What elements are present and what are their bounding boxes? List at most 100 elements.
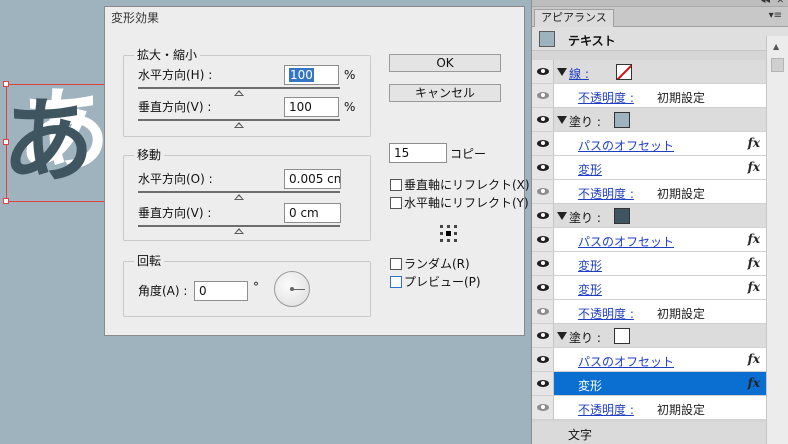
fx-effect-icon[interactable]: fx [748, 376, 760, 390]
preview-checkbox[interactable] [390, 276, 402, 288]
item-label-link[interactable]: 不透明度 : [578, 185, 634, 202]
preview-label[interactable]: プレビュー(P) [404, 275, 481, 289]
appearance-item-row[interactable]: 変形 fx [532, 156, 766, 180]
fx-effect-icon[interactable]: fx [748, 256, 760, 270]
group-label[interactable]: 線 : [569, 65, 589, 82]
expand-triangle-icon[interactable] [557, 332, 567, 340]
fx-effect-icon[interactable]: fx [748, 352, 760, 366]
scroll-thumb[interactable] [771, 58, 784, 72]
collapse-panel-icon[interactable]: ◂◂ [761, 0, 770, 6]
visibility-toggle[interactable] [532, 108, 554, 131]
scale-horizontal-input[interactable]: 100 [284, 65, 339, 85]
move-horizontal-input[interactable]: 0.005 cn [284, 169, 341, 189]
appearance-group-row[interactable]: 塗り : [532, 204, 766, 228]
panel-menu-icon[interactable]: ▾≡ [769, 10, 782, 21]
appearance-item-row[interactable]: パスのオフセット fx [532, 348, 766, 372]
rotate-angle-dial[interactable] [274, 271, 310, 307]
characters-label[interactable]: 文字 [568, 426, 592, 443]
color-swatch[interactable] [614, 112, 630, 128]
none-swatch-icon[interactable] [616, 64, 632, 80]
fx-effect-icon[interactable]: fx [748, 232, 760, 246]
appearance-item-row[interactable]: 変形 fx [532, 252, 766, 276]
tab-appearance[interactable]: アピアランス [534, 9, 614, 27]
fx-effect-icon[interactable]: fx [748, 280, 760, 294]
visibility-toggle[interactable] [532, 348, 554, 371]
scale-horizontal-slider[interactable] [138, 87, 340, 89]
item-label-link[interactable]: 変形 [578, 161, 602, 178]
color-swatch[interactable] [614, 208, 630, 224]
group-label[interactable]: 塗り : [569, 209, 601, 226]
appearance-item-row[interactable]: 変形 fx [532, 276, 766, 300]
panel-scrollbar[interactable]: ▲ [766, 36, 788, 444]
reflect-vertical-checkbox[interactable] [390, 179, 402, 191]
fx-effect-icon[interactable]: fx [748, 136, 760, 150]
visibility-toggle[interactable] [532, 300, 554, 323]
move-vertical-slider[interactable] [138, 225, 340, 227]
appearance-item-row[interactable]: パスのオフセット fx [532, 132, 766, 156]
move-horizontal-slider-thumb[interactable] [234, 194, 244, 200]
item-label-link[interactable]: 不透明度 : [578, 305, 634, 322]
item-label-link[interactable]: 不透明度 : [578, 89, 634, 106]
expand-triangle-icon[interactable] [557, 68, 567, 76]
move-horizontal-slider[interactable] [138, 191, 340, 193]
selection-bounding-box[interactable] [6, 84, 116, 202]
visibility-toggle[interactable] [532, 60, 554, 83]
visibility-toggle[interactable] [532, 396, 554, 419]
selection-handle-top-left[interactable] [3, 81, 9, 87]
scale-vertical-slider[interactable] [138, 119, 340, 121]
scale-horizontal-slider-thumb[interactable] [234, 90, 244, 96]
visibility-toggle[interactable] [532, 324, 554, 347]
visibility-toggle[interactable] [532, 156, 554, 179]
random-checkbox[interactable] [390, 258, 402, 270]
expand-triangle-icon[interactable] [557, 212, 567, 220]
item-label-link[interactable]: パスのオフセット [578, 137, 674, 154]
reflect-vertical-label[interactable]: 垂直軸にリフレクト(X) [404, 178, 530, 192]
appearance-item-row[interactable]: 不透明度 : 初期設定 [532, 396, 766, 420]
reflect-horizontal-checkbox[interactable] [390, 197, 402, 209]
visibility-toggle[interactable] [532, 252, 554, 275]
visibility-toggle[interactable] [532, 276, 554, 299]
scale-vertical-unit: % [344, 100, 356, 114]
reflect-horizontal-label[interactable]: 水平軸にリフレクト(Y) [404, 196, 529, 210]
selection-handle-middle-left[interactable] [3, 139, 9, 145]
appearance-item-row[interactable]: パスのオフセット fx [532, 228, 766, 252]
fx-effect-icon[interactable]: fx [748, 160, 760, 174]
group-label[interactable]: 塗り : [569, 329, 601, 346]
item-label-link[interactable]: 変形 [578, 377, 602, 394]
scroll-up-icon[interactable]: ▲ [773, 42, 779, 51]
expand-triangle-icon[interactable] [557, 116, 567, 124]
visibility-toggle[interactable] [532, 84, 554, 107]
artwork-area[interactable]: あ あ [0, 0, 116, 210]
item-label-link[interactable]: パスのオフセット [578, 353, 674, 370]
copies-input[interactable]: 15 [389, 143, 447, 163]
random-label[interactable]: ランダム(R) [404, 257, 470, 271]
color-swatch[interactable] [614, 328, 630, 344]
appearance-group-row[interactable]: 塗り : [532, 108, 766, 132]
appearance-item-row[interactable]: 不透明度 : 初期設定 [532, 180, 766, 204]
visibility-toggle[interactable] [532, 228, 554, 251]
item-label-link[interactable]: パスのオフセット [578, 233, 674, 250]
visibility-toggle[interactable] [532, 180, 554, 203]
appearance-item-row[interactable]: 変形 fx [532, 372, 766, 396]
cancel-button[interactable]: キャンセル [389, 84, 501, 102]
item-label-link[interactable]: 変形 [578, 257, 602, 274]
appearance-group-row[interactable]: 線 : [532, 60, 766, 84]
visibility-toggle[interactable] [532, 204, 554, 227]
selection-handle-bottom-left[interactable] [3, 198, 9, 204]
close-panel-icon[interactable]: ✕ [776, 0, 784, 6]
visibility-toggle[interactable] [532, 372, 554, 395]
appearance-item-row[interactable]: 不透明度 : 初期設定 [532, 84, 766, 108]
scale-vertical-slider-thumb[interactable] [234, 122, 244, 128]
move-vertical-input[interactable]: 0 cm [284, 203, 341, 223]
group-label[interactable]: 塗り : [569, 113, 601, 130]
visibility-toggle[interactable] [532, 132, 554, 155]
move-vertical-slider-thumb[interactable] [234, 228, 244, 234]
rotate-angle-input[interactable]: 0 [194, 281, 248, 301]
appearance-item-row[interactable]: 不透明度 : 初期設定 [532, 300, 766, 324]
item-label-link[interactable]: 不透明度 : [578, 401, 634, 418]
appearance-group-row[interactable]: 塗り : [532, 324, 766, 348]
scale-vertical-input[interactable]: 100 [284, 97, 339, 117]
ok-button[interactable]: OK [389, 54, 501, 72]
reference-point-locator[interactable] [440, 225, 458, 243]
item-label-link[interactable]: 変形 [578, 281, 602, 298]
